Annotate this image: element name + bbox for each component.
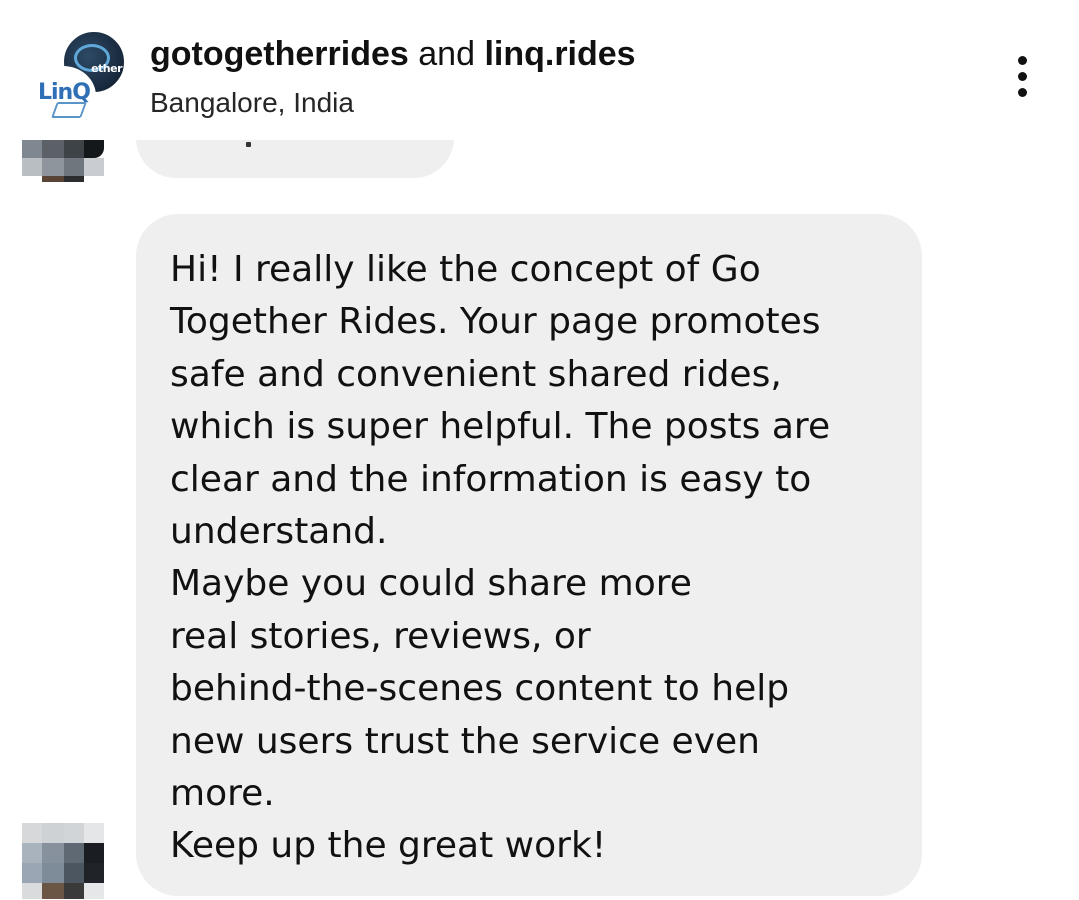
title-username-1: gotogetherrides [150, 35, 409, 73]
more-vertical-icon [1018, 56, 1027, 65]
chat-header: ether LinQ gotogetherrides and linq.ride… [0, 0, 1079, 140]
message-bubble[interactable]: Hi! I really like the concept of Go Toge… [136, 214, 922, 896]
title-joiner: and [418, 35, 475, 73]
dm-thread-screen: Hi! I really like the concept of Go Toge… [0, 0, 1079, 900]
sender-avatar-blurred-bottom[interactable] [22, 823, 104, 899]
map-icon [51, 102, 87, 118]
more-vertical-icon-dot-3 [1018, 88, 1027, 97]
chat-location: Bangalore, India [150, 87, 354, 118]
group-avatar[interactable]: ether LinQ [30, 26, 130, 126]
chat-title[interactable]: gotogetherrides and linq.rides [150, 34, 636, 74]
message-text: Hi! I really like the concept of Go Toge… [170, 249, 831, 867]
previous-message-text-fragment [246, 142, 251, 147]
more-options-button[interactable] [1006, 54, 1040, 98]
avatar-back-tag: ether [91, 62, 122, 75]
more-vertical-icon-dot-2 [1018, 72, 1027, 81]
sender-avatar-blurred [22, 140, 104, 182]
linq-rides-avatar: LinQ [30, 66, 96, 126]
title-username-2: linq.rides [484, 35, 636, 73]
